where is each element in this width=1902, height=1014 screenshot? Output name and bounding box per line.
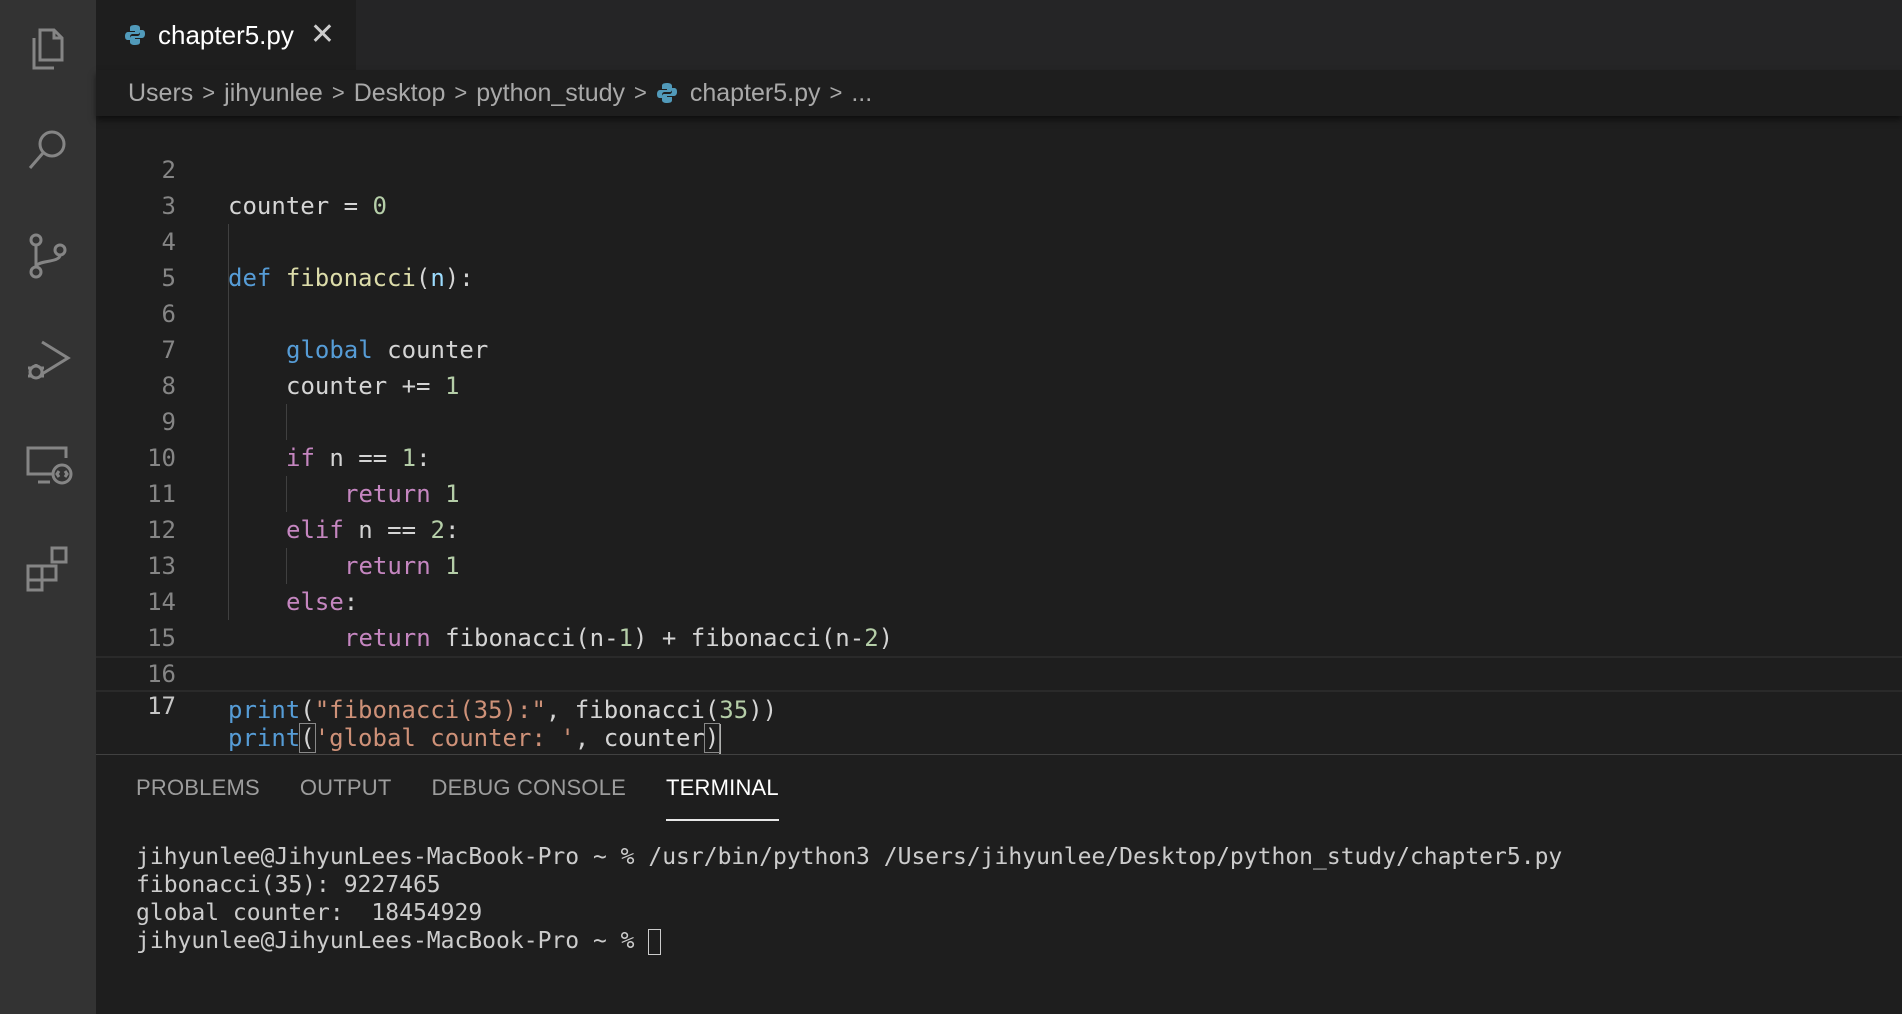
terminal[interactable]: jihyunlee@JihyunLees-MacBook-Pro ~ % /us… — [136, 843, 1902, 955]
code-line: 9 if n == 1: — [96, 368, 1902, 472]
code-line: 15 — [96, 584, 1902, 652]
code-line: 2 counter = 0 — [96, 116, 1902, 220]
breadcrumb-item-desktop[interactable]: Desktop — [354, 79, 446, 108]
terminal-cursor — [648, 928, 662, 955]
code-line: 6 global counter — [96, 260, 1902, 364]
code-line: 4 def fibonacci(n): — [96, 188, 1902, 292]
chevron-right-icon: > — [634, 80, 647, 105]
extensions-icon[interactable] — [20, 540, 76, 596]
remote-explorer-icon[interactable] — [20, 436, 76, 492]
code-line: 8 — [96, 332, 1902, 400]
python-file-icon — [656, 83, 677, 103]
breadcrumb-item-file[interactable]: chapter5.py — [690, 79, 821, 108]
activity-bar — [0, 0, 96, 1014]
tab-problems[interactable]: PROBLEMS — [136, 755, 260, 821]
terminal-line: fibonacci(35): 9227465 — [136, 872, 441, 898]
run-debug-icon[interactable] — [20, 332, 76, 388]
python-file-icon — [125, 25, 145, 45]
chevron-right-icon: > — [829, 80, 843, 105]
breadcrumb-item-symbol[interactable]: ... — [851, 79, 872, 108]
code-line: 3 — [96, 152, 1902, 220]
breadcrumb-item-users[interactable]: Users — [128, 79, 193, 108]
source-control-icon[interactable] — [20, 228, 76, 284]
tab-output[interactable]: OUTPUT — [300, 755, 392, 821]
bottom-panel: PROBLEMS OUTPUT DEBUG CONSOLE TERMINAL j… — [96, 754, 1902, 1014]
tab-debug-console[interactable]: DEBUG CONSOLE — [432, 755, 627, 821]
panel-tabs: PROBLEMS OUTPUT DEBUG CONSOLE TERMINAL — [136, 755, 819, 821]
explorer-icon[interactable] — [20, 20, 76, 76]
chevron-right-icon: > — [454, 80, 468, 105]
breadcrumb-item-python-study[interactable]: python_study — [476, 79, 625, 108]
breadcrumb: Users > jihyunlee > Desktop > python_stu… — [96, 70, 1902, 116]
editor-tab-bar: chapter5.py ✕ — [96, 0, 1902, 70]
code-line-current: 17 print('global counter: ', counter) — [96, 656, 1902, 754]
terminal-line: global counter: 18454929 — [136, 900, 483, 926]
code-line: 5 — [96, 224, 1902, 292]
close-icon[interactable]: ✕ — [310, 20, 335, 50]
code-line: 10 return 1 — [96, 404, 1902, 508]
chevron-right-icon: > — [202, 80, 216, 105]
search-icon[interactable] — [20, 122, 76, 178]
breadcrumb-item-jihyunlee[interactable]: jihyunlee — [224, 79, 323, 108]
code-line: 11 elif n == 2: — [96, 440, 1902, 544]
terminal-line: jihyunlee@JihyunLees-MacBook-Pro ~ % /us… — [136, 844, 1563, 870]
code-line: 12 return 1 — [96, 476, 1902, 580]
tab-chapter5[interactable]: chapter5.py ✕ — [96, 0, 356, 70]
terminal-prompt: jihyunlee@JihyunLees-MacBook-Pro ~ % — [136, 928, 649, 954]
terminal-prompt-line: jihyunlee@JihyunLees-MacBook-Pro ~ % — [136, 927, 1902, 955]
tab-terminal[interactable]: TERMINAL — [666, 755, 779, 821]
chevron-right-icon: > — [331, 80, 345, 105]
line-number: 17 — [147, 692, 176, 720]
code-line: 13 else: — [96, 512, 1902, 616]
code-line: 14 return fibonacci(n-1) + fibonacci(n-2… — [96, 548, 1902, 652]
tab-label: chapter5.py — [158, 19, 294, 50]
code-line: 16 print("fibonacci(35):", fibonacci(35)… — [96, 620, 1902, 724]
code-editor[interactable]: 2 counter = 0 3 4 def fibonacci(n): 5 6 … — [96, 116, 1902, 754]
text-cursor — [719, 724, 722, 754]
code-line: 7 counter += 1 — [96, 296, 1902, 400]
